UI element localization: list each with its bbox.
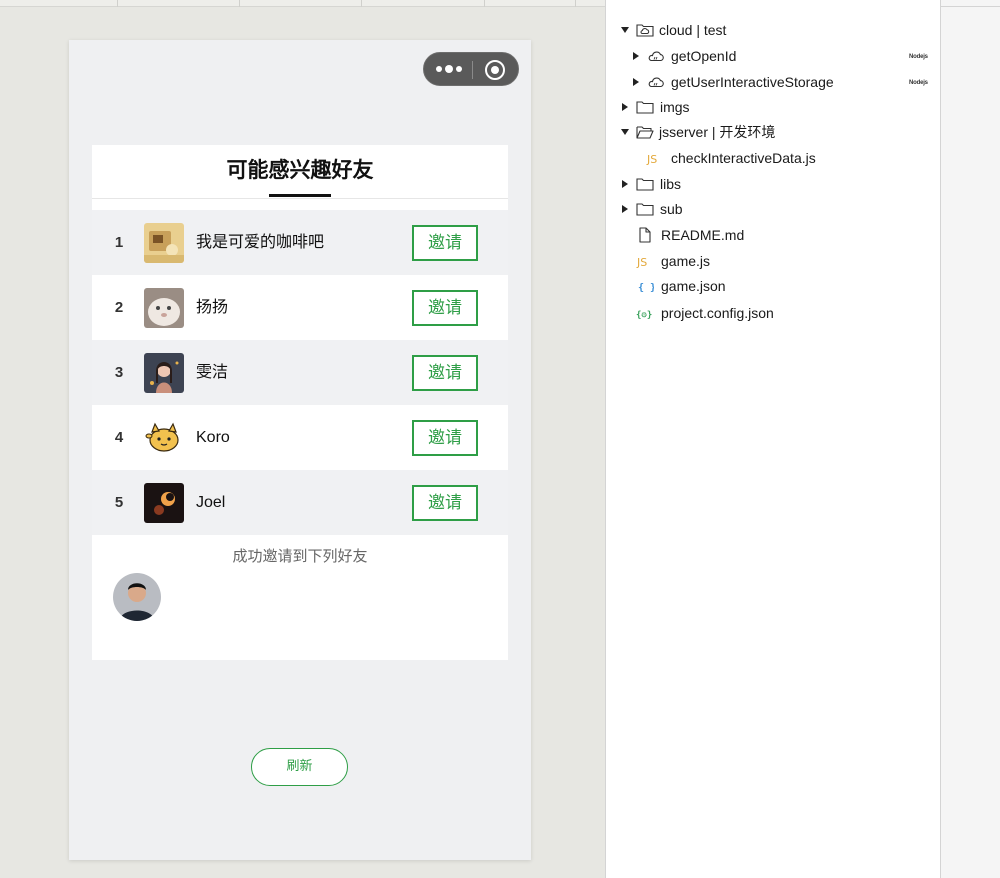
title-underline [269, 194, 331, 197]
tree-item-label: game.json [661, 278, 726, 294]
folder-icon [636, 178, 654, 191]
tree-item-jsserver[interactable]: jsserver | 开发环境 [620, 122, 920, 142]
tree-item-label: cloud | test [659, 22, 727, 38]
friend-row: 4 Koro 邀请 [92, 405, 508, 470]
tree-item-readme[interactable]: README.md [636, 225, 916, 245]
svg-text:JS: JS [646, 153, 657, 166]
friend-row: 5 Joel 邀请 [92, 470, 508, 535]
caret-right-icon[interactable] [620, 97, 630, 117]
svg-text:{ }: { } [638, 283, 654, 294]
success-label: 成功邀请到下列好友 [232, 548, 368, 565]
caret-right-icon[interactable] [631, 72, 641, 92]
tree-item-label: jsserver | 开发环境 [659, 124, 776, 140]
nodejs-badge: Nodejs [909, 54, 928, 60]
friend-name: Joel [196, 494, 226, 511]
tree-item-label: sub [660, 201, 683, 217]
tree-item-label: libs [660, 176, 682, 192]
tree-item-game-js[interactable]: JS game.js [636, 251, 916, 271]
folder-icon [636, 101, 654, 114]
tree-item-label: getUserInteractiveStorage [671, 74, 834, 90]
friend-name: 雯洁 [196, 364, 229, 381]
title-divider [92, 198, 508, 199]
friend-rank: 4 [114, 429, 124, 446]
tree-item-label: project.config.json [661, 305, 774, 321]
config-file-icon: {⚙} [636, 311, 652, 321]
friend-row: 1 我是可爱的咖啡吧 邀请 [92, 210, 508, 275]
caret-down-icon[interactable] [620, 20, 630, 40]
tree-item-imgs[interactable]: imgs [620, 97, 920, 117]
js-file-icon: JS [636, 256, 647, 269]
file-explorer: cloud | test getOpenId Nodejs getUserInt… [605, 0, 940, 878]
right-gutter [940, 0, 1000, 878]
friend-rank: 3 [114, 364, 124, 381]
caret-right-icon[interactable] [620, 199, 630, 219]
cloud-folder-icon [636, 24, 654, 37]
friend-avatar [144, 288, 184, 328]
invite-button[interactable]: 邀请 [412, 225, 478, 261]
js-file-icon: JS [646, 153, 657, 166]
friend-row: 3 雯洁 邀请 [92, 340, 508, 405]
cloud-function-icon [648, 77, 664, 88]
tree-item-project-config[interactable]: {⚙} project.config.json [636, 303, 916, 323]
svg-text:JS: JS [636, 256, 647, 269]
file-icon [639, 227, 651, 243]
folder-open-icon [636, 126, 654, 139]
friend-name: 我是可爱的咖啡吧 [196, 234, 325, 251]
invited-friend-avatar [113, 573, 161, 621]
tree-item-getopenid[interactable]: getOpenId Nodejs [631, 46, 931, 66]
caret-right-icon[interactable] [620, 174, 630, 194]
friend-avatar [144, 483, 184, 523]
tree-item-game-json[interactable]: { } game.json [636, 276, 916, 296]
top-ruler [0, 0, 605, 7]
tree-item-checkinteractivedata[interactable]: JS checkInteractiveData.js [646, 148, 926, 168]
tree-item-label: checkInteractiveData.js [671, 150, 816, 166]
friend-rank: 1 [114, 234, 124, 251]
invite-button[interactable]: 邀请 [412, 290, 478, 326]
friend-name: Koro [196, 429, 230, 446]
friend-avatar [144, 353, 184, 393]
nodejs-badge: Nodejs [909, 80, 928, 86]
tree-item-getuserinteractivestorage[interactable]: getUserInteractiveStorage Nodejs [631, 72, 931, 92]
folder-icon [636, 203, 654, 216]
invite-button[interactable]: 邀请 [412, 420, 478, 456]
invite-button[interactable]: 邀请 [412, 485, 478, 521]
tree-item-libs[interactable]: libs [620, 174, 920, 194]
friend-avatar [144, 223, 184, 263]
mini-program-capsule [423, 52, 519, 86]
friends-panel: 可能感兴趣好友 1 我是可爱的咖啡吧 邀请 2 扬扬 邀请 3 雯洁 邀请 4 … [92, 145, 508, 660]
refresh-button[interactable]: 刷新 [251, 748, 348, 786]
tree-item-label: getOpenId [671, 48, 737, 64]
friend-rank: 5 [114, 494, 124, 511]
friend-name: 扬扬 [196, 299, 229, 316]
tree-item-cloud[interactable]: cloud | test [620, 20, 920, 40]
simulator-phone: 可能感兴趣好友 1 我是可爱的咖啡吧 邀请 2 扬扬 邀请 3 雯洁 邀请 4 … [69, 40, 531, 860]
tree-item-label: imgs [660, 99, 690, 115]
panel-title: 可能感兴趣好友 [226, 159, 374, 182]
friend-avatar [144, 418, 184, 458]
tree-item-label: README.md [661, 227, 745, 243]
json-file-icon: { } [638, 283, 654, 294]
capsule-divider [472, 61, 473, 79]
friend-rank: 2 [114, 299, 124, 316]
cloud-function-icon [648, 51, 664, 62]
tree-item-label: game.js [661, 253, 711, 269]
more-menu-icon[interactable] [436, 62, 462, 76]
svg-text:{⚙}: {⚙} [636, 311, 652, 321]
caret-down-icon[interactable] [620, 122, 630, 142]
tree-item-sub[interactable]: sub [620, 199, 920, 219]
invite-button[interactable]: 邀请 [412, 355, 478, 391]
friend-row: 2 扬扬 邀请 [92, 275, 508, 340]
close-target-icon[interactable] [485, 60, 505, 80]
caret-right-icon[interactable] [631, 46, 641, 66]
